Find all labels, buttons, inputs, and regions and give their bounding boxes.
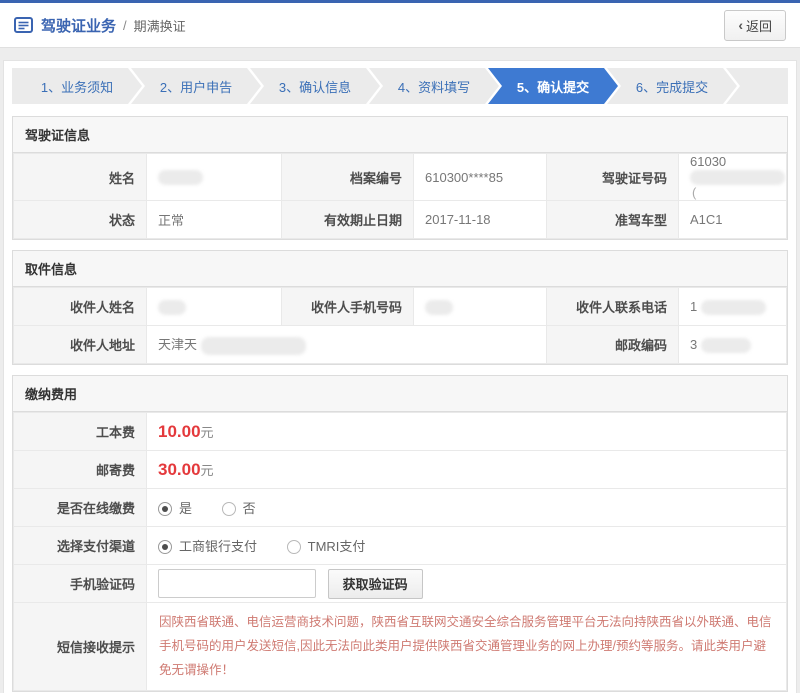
license-info-section: 驾驶证信息 姓名 档案编号 610300****85 驾驶证号码 61030 (… [12, 116, 788, 241]
channel-icbc-label: 工商银行支付 [179, 539, 258, 555]
license-business-icon [14, 17, 33, 33]
status-label: 状态 [13, 200, 147, 240]
post-fee-row: 邮寄费 30.00元 [13, 450, 787, 490]
license-no-label: 驾驶证号码 [546, 152, 679, 202]
file-no-value: 610300****85 [413, 152, 547, 202]
recipient-mobile-label: 收件人手机号码 [281, 287, 414, 327]
back-button[interactable]: ‹ 返回 [724, 9, 786, 41]
name-value [146, 152, 282, 202]
postcode-value: 3 [678, 325, 787, 365]
payment-title: 缴纳费用 [13, 376, 787, 413]
online-pay-no-radio[interactable] [221, 502, 236, 517]
payment-table: 工本费 10.00元 邮寄费 30.00元 是否在线缴费 是 否 选择支付渠道 [13, 412, 787, 692]
address-label: 收件人地址 [13, 325, 147, 365]
pickup-info-title: 取件信息 [13, 251, 787, 288]
pay-channel-row: 选择支付渠道 工商银行支付 TMRI支付 [13, 526, 787, 566]
post-fee-label: 邮寄费 [13, 450, 147, 490]
step-5-confirm-submit-active: 5、确认提交 [488, 68, 618, 104]
breadcrumb-divider: / [123, 17, 127, 33]
file-no-label: 档案编号 [281, 152, 414, 202]
online-pay-yes-radio[interactable] [158, 502, 172, 517]
redacted-recipient-name [158, 299, 186, 315]
wizard-step-bar: 1、业务须知 2、用户申告 3、确认信息 4、资料填写 5、确认提交 6、完成提… [12, 68, 788, 104]
work-fee-row: 工本费 10.00元 [13, 412, 787, 452]
online-pay-options: 是 否 [146, 488, 787, 528]
vehicle-type-value: A1C1 [678, 200, 787, 240]
step-1-business-notice: 1、业务须知 [12, 68, 142, 104]
sms-notice-row: 短信接收提示 因陕西省联通、电信运营商技术问题，陕西省互联网交通安全综合服务管理… [13, 602, 787, 692]
license-info-row-1: 姓名 档案编号 610300****85 驾驶证号码 61030 ( [13, 152, 787, 202]
get-sms-code-button[interactable]: 获取验证码 [327, 568, 423, 599]
pickup-info-section: 取件信息 收件人姓名 收件人手机号码 收件人联系电话 1 收件人地址 天津天 邮… [12, 250, 788, 366]
license-info-title: 驾驶证信息 [13, 117, 787, 153]
license-no-value: 61030 ( [678, 152, 787, 202]
step-6-complete-submit: 6、完成提交 [607, 68, 737, 104]
page-header: 驾驶证业务 / 期满换证 ‹ 返回 [0, 3, 800, 48]
page-title: 驾驶证业务 [41, 17, 117, 35]
sms-notice-cell: 因陕西省联通、电信运营商技术问题，陕西省互联网交通安全综合服务管理平台无法向持陕… [146, 602, 787, 692]
expiry-value: 2017-11-18 [413, 200, 547, 240]
recipient-phone-value: 1 [678, 287, 787, 327]
online-pay-label: 是否在线缴费 [13, 488, 147, 528]
post-fee-amount: 30.00 [158, 459, 201, 479]
recipient-phone-label: 收件人联系电话 [546, 287, 679, 327]
name-label: 姓名 [13, 152, 147, 202]
status-value: 正常 [146, 200, 282, 240]
sms-code-cell: 获取验证码 [146, 564, 787, 604]
channel-tmri-radio[interactable] [286, 540, 301, 555]
chevron-left-icon: ‹ [738, 17, 743, 33]
online-pay-no-label: 否 [242, 501, 256, 517]
sms-notice-label: 短信接收提示 [13, 602, 147, 692]
license-info-row-2: 状态 正常 有效期止日期 2017-11-18 准驾车型 A1C1 [13, 200, 787, 240]
sms-code-input[interactable] [158, 569, 316, 599]
redacted-license-no [690, 170, 785, 186]
main-panel: 1、业务须知 2、用户申告 3、确认信息 4、资料填写 5、确认提交 6、完成提… [3, 60, 797, 693]
step-4-fill-materials: 4、资料填写 [369, 68, 499, 104]
expiry-label: 有效期止日期 [281, 200, 414, 240]
redacted-name [158, 170, 203, 186]
work-fee-value: 10.00元 [146, 412, 787, 452]
online-pay-row: 是否在线缴费 是 否 [13, 488, 787, 528]
sms-code-label: 手机验证码 [13, 564, 147, 604]
pickup-info-table: 收件人姓名 收件人手机号码 收件人联系电话 1 收件人地址 天津天 邮政编码 3 [13, 287, 787, 365]
sms-notice-text: 因陕西省联通、电信运营商技术问题，陕西省互联网交通安全综合服务管理平台无法向持陕… [159, 615, 772, 677]
recipient-name-label: 收件人姓名 [13, 287, 147, 327]
recipient-mobile-value [413, 287, 547, 327]
redacted-postcode [700, 337, 751, 353]
redacted-recipient-mobile [425, 299, 453, 315]
breadcrumb-current: 期满换证 [133, 18, 186, 34]
redacted-address [200, 336, 306, 355]
channel-icbc-radio[interactable] [158, 540, 172, 555]
pay-channel-options: 工商银行支付 TMRI支付 [146, 526, 787, 566]
back-button-label: 返回 [745, 18, 772, 34]
pay-channel-label: 选择支付渠道 [13, 526, 147, 566]
post-fee-value: 30.00元 [146, 450, 787, 490]
pickup-info-row-1: 收件人姓名 收件人手机号码 收件人联系电话 1 [13, 287, 787, 327]
vehicle-type-label: 准驾车型 [546, 200, 679, 240]
payment-section: 缴纳费用 工本费 10.00元 邮寄费 30.00元 是否在线缴费 是 否 选择… [12, 375, 788, 693]
work-fee-amount: 10.00 [158, 421, 201, 441]
pickup-info-row-2: 收件人地址 天津天 邮政编码 3 [13, 325, 787, 365]
recipient-name-value [146, 287, 282, 327]
address-value: 天津天 [146, 325, 547, 365]
step-2-user-declaration: 2、用户申告 [131, 68, 261, 104]
license-info-table: 姓名 档案编号 610300****85 驾驶证号码 61030 ( 状态 正常… [13, 152, 787, 240]
work-fee-label: 工本费 [13, 412, 147, 452]
step-3-confirm-info: 3、确认信息 [250, 68, 380, 104]
postcode-label: 邮政编码 [546, 325, 679, 365]
channel-tmri-label: TMRI支付 [307, 539, 366, 555]
redacted-recipient-phone [700, 299, 766, 315]
sms-code-row: 手机验证码 获取验证码 [13, 564, 787, 604]
online-pay-yes-label: 是 [179, 501, 193, 517]
